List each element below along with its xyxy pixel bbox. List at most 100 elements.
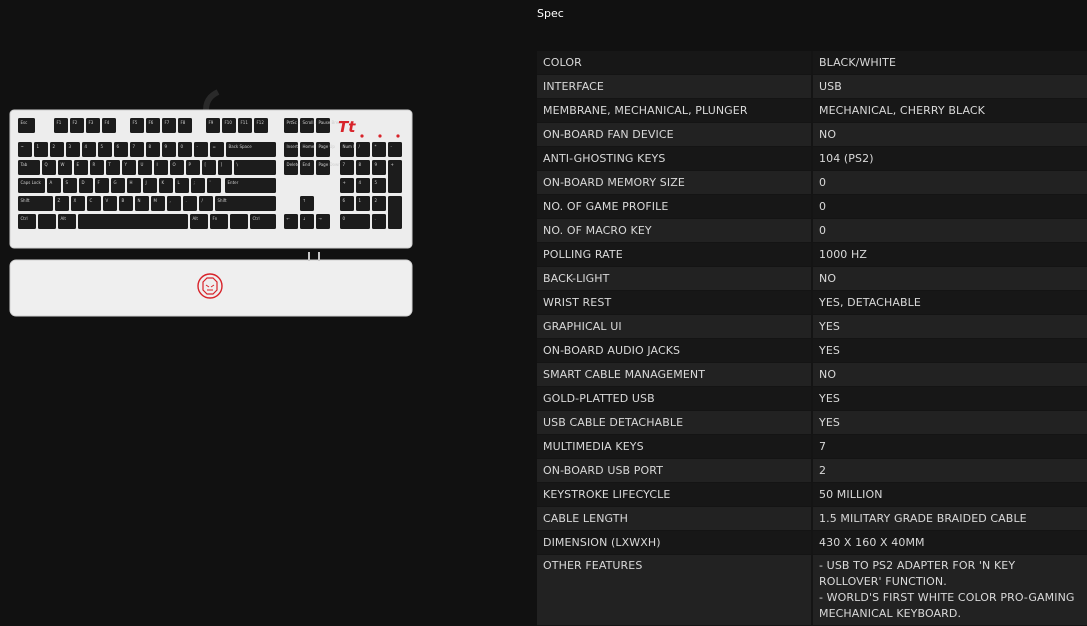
keycap	[78, 214, 188, 229]
key-label: X	[74, 198, 77, 203]
key-label: Caps Lock	[21, 180, 42, 185]
spec-row: ON-BOARD USB PORT 2	[537, 459, 1087, 483]
spec-row: GOLD-PLATTED USB YES	[537, 387, 1087, 411]
spec-key: ON-BOARD AUDIO JACKS	[537, 339, 813, 363]
key-label: F8	[181, 120, 186, 125]
spec-row: NO. OF MACRO KEY 0	[537, 219, 1087, 243]
key-label: Y	[124, 162, 128, 167]
key-label: F4	[105, 120, 110, 125]
key-label: Alt	[193, 216, 199, 221]
spec-title: Spec	[537, 7, 564, 20]
key-label: Page Up	[319, 144, 336, 149]
spec-key: KEYSTROKE LIFECYCLE	[537, 483, 813, 507]
spec-key: USB CABLE DETACHABLE	[537, 411, 813, 435]
spec-row: USB CABLE DETACHABLE YES	[537, 411, 1087, 435]
spec-value: 7	[813, 435, 1087, 459]
spec-value: 430 X 160 X 40MM	[813, 531, 1087, 555]
spec-value: NO	[813, 123, 1087, 147]
key-label: W	[61, 162, 65, 167]
spec-value: YES	[813, 339, 1087, 363]
spec-row: MEMBRANE, MECHANICAL, PLUNGER MECHANICAL,…	[537, 99, 1087, 123]
spec-key: INTERFACE	[537, 75, 813, 99]
spec-row: GRAPHICAL UI YES	[537, 315, 1087, 339]
key-label: U	[141, 162, 144, 167]
spec-key: ANTI-GHOSTING KEYS	[537, 147, 813, 171]
keycap	[38, 214, 56, 229]
spec-value: NO	[813, 363, 1087, 387]
key-label: K	[162, 180, 165, 185]
key-label: Alt	[61, 216, 67, 221]
key-label: +	[343, 180, 346, 185]
key-label: F6	[149, 120, 154, 125]
spec-key: ON-BOARD FAN DEVICE	[537, 123, 813, 147]
spec-value: YES	[813, 411, 1087, 435]
brand-logo: Tt	[338, 118, 356, 136]
key-label: Insert	[287, 144, 299, 149]
spec-row: WRIST REST YES, DETACHABLE	[537, 291, 1087, 315]
spec-value: 104 (PS2)	[813, 147, 1087, 171]
key-label: B	[122, 198, 125, 203]
key-label: F5	[133, 120, 138, 125]
wrist-rest	[9, 259, 413, 317]
key-label: Tab	[20, 162, 28, 167]
key-label: .	[375, 216, 376, 221]
key-label: H	[130, 180, 133, 185]
spec-key: WRIST REST	[537, 291, 813, 315]
spec-value: 1000 HZ	[813, 243, 1087, 267]
key-label: F3	[89, 120, 94, 125]
key-label: ,	[170, 198, 171, 203]
key-label: Q	[45, 162, 48, 167]
key-label: Shift	[218, 198, 228, 203]
keycap	[230, 214, 248, 229]
spec-table: COLOR BLACK/WHITE INTERFACE USB MEMBRANE, ME…	[537, 51, 1087, 626]
spec-row: ANTI-GHOSTING KEYS 104 (PS2)	[537, 147, 1087, 171]
key-label: N	[138, 198, 141, 203]
spec-key: NO. OF MACRO KEY	[537, 219, 813, 243]
key-label: Ctrl	[21, 216, 28, 221]
key-label: M	[154, 198, 158, 203]
spec-key: MEMBRANE, MECHANICAL, PLUNGER	[537, 99, 813, 123]
spec-row: ON-BOARD FAN DEVICE NO	[537, 123, 1087, 147]
key-label: Esc	[21, 120, 28, 125]
cable-icon	[203, 89, 220, 111]
key-label: R	[93, 162, 96, 167]
spec-key: COLOR	[537, 51, 813, 75]
key-label: End	[303, 162, 311, 167]
spec-row: KEYSTROKE LIFECYCLE 50 MILLION	[537, 483, 1087, 507]
spec-row: POLLING RATE 1000 HZ	[537, 243, 1087, 267]
spec-value: - USB TO PS2 ADAPTER FOR 'N KEY ROLLOVER…	[813, 555, 1087, 626]
key-label: C	[90, 198, 93, 203]
spec-value: BLACK/WHITE	[813, 51, 1087, 75]
spec-key: POLLING RATE	[537, 243, 813, 267]
spec-value: 50 MILLION	[813, 483, 1087, 507]
key-label: F10	[225, 120, 233, 125]
spec-key: CABLE LENGTH	[537, 507, 813, 531]
spec-value: YES	[813, 387, 1087, 411]
led-indicator	[378, 134, 382, 138]
key-label: F11	[241, 120, 249, 125]
keycap	[234, 160, 276, 175]
key-label: T	[108, 162, 112, 167]
key-label: Page Down	[319, 162, 342, 167]
spec-row: COLOR BLACK/WHITE	[537, 51, 1087, 75]
keyboard-product-image: Esc F1 F2 F3 F4 F5 F6 F7 F8 F9 F10 F11 F12 PrtSc SysR…	[9, 89, 413, 317]
key-label: Back Space	[229, 144, 253, 149]
spec-key: GOLD-PLATTED USB	[537, 387, 813, 411]
spec-value: 0	[813, 195, 1087, 219]
spec-key: MULTIMEDIA KEYS	[537, 435, 813, 459]
spec-value: 0	[813, 219, 1087, 243]
spec-value: NO	[813, 267, 1087, 291]
key-label: Ctrl	[253, 216, 260, 221]
key-label: F9	[209, 120, 214, 125]
key-label: O	[173, 162, 176, 167]
key-label: =	[213, 144, 216, 149]
key-label: D	[82, 180, 85, 185]
spec-value: MECHANICAL, CHERRY BLACK	[813, 99, 1087, 123]
spec-key: DIMENSION (LXWXH)	[537, 531, 813, 555]
spec-key: ON-BOARD MEMORY SIZE	[537, 171, 813, 195]
key-label: *	[375, 144, 377, 149]
spec-row: ON-BOARD MEMORY SIZE 0	[537, 171, 1087, 195]
key-label: Enter	[228, 180, 239, 185]
key-label: .	[186, 198, 187, 203]
spec-row: CABLE LENGTH 1.5 MILITARY GRADE BRAIDED C…	[537, 507, 1087, 531]
